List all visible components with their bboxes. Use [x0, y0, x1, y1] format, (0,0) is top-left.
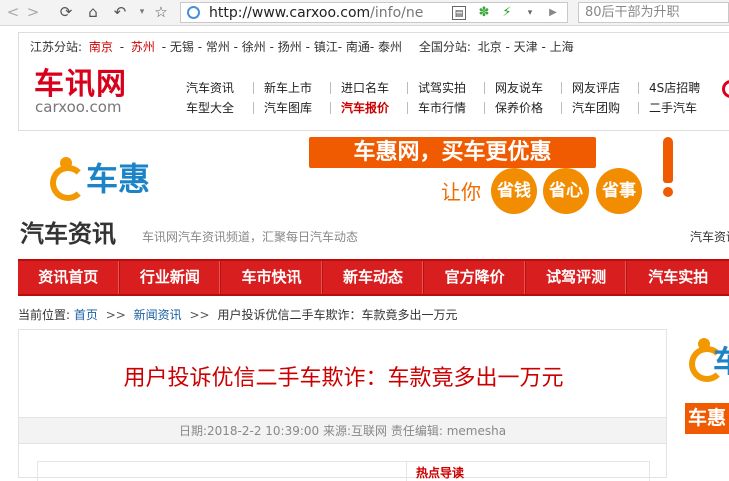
back-icon[interactable]: <	[4, 3, 22, 21]
branch-label: 江苏分站:	[30, 40, 83, 54]
breadcrumb-section[interactable]: 新闻资讯	[134, 308, 182, 322]
nav-link[interactable]: 二手汽车	[638, 102, 715, 114]
menu-item[interactable]: 官方降价	[424, 261, 526, 294]
article-container: 用户投诉优信二手车欺诈：车款竟多出一万元 日期:2018-2-2 10:39:0…	[18, 329, 667, 481]
nav-link[interactable]: 4S店招聘	[638, 82, 715, 94]
go-icon[interactable]: ▶	[546, 6, 560, 20]
promo-circle: 省心	[543, 168, 589, 214]
nav-link[interactable]: 进口名车	[330, 82, 407, 94]
nav-link[interactable]: 车型大全	[176, 102, 253, 114]
promo-lead: 让你	[441, 180, 481, 204]
exclamation-icon	[661, 137, 675, 197]
chehui-dot-icon	[60, 157, 72, 169]
breadcrumb-current: 用户投诉优信二手车欺诈：车款竟多出一万元	[217, 308, 458, 322]
promo-circle: 省钱	[491, 168, 537, 214]
promo-circle: 省事	[596, 168, 642, 214]
nav-link[interactable]: 汽车团购	[561, 102, 638, 114]
nav-link-active[interactable]: 汽车报价	[330, 102, 407, 114]
search-input[interactable]: 80后干部为升职	[578, 2, 729, 23]
side-logo-text[interactable]: 车	[713, 347, 729, 379]
national-links[interactable]: 北京 - 天津 - 上海	[478, 40, 574, 54]
breadcrumb-sep: >>	[105, 308, 126, 322]
site-logo[interactable]: 车讯网 carxoo.com	[34, 67, 127, 116]
channel-menu: 资讯首页 行业新闻 车市快讯 新车动态 官方降价 试驾评测 汽车实拍	[18, 259, 729, 296]
nav-link[interactable]: 网友评店	[561, 82, 638, 94]
side-dot-icon	[698, 338, 710, 350]
menu-item[interactable]: 新车动态	[323, 261, 425, 294]
chehui-c-icon	[50, 165, 86, 201]
nav-link[interactable]: 汽车图库	[253, 102, 330, 114]
side-promo[interactable]: 车惠	[685, 403, 729, 434]
home-icon[interactable]: ⌂	[84, 3, 102, 21]
national-label: 全国分站:	[418, 40, 471, 54]
nav-row: 车型大全 汽车图库 汽车报价 车市行情 保养价格 汽车团购 二手汽车	[176, 98, 715, 118]
reader-icon[interactable]: ▤	[452, 6, 466, 20]
branch-link-suzhou[interactable]: 苏州	[131, 40, 155, 54]
menu-item[interactable]: 试驾评测	[526, 261, 628, 294]
star-icon[interactable]: ☆	[152, 3, 170, 21]
nav-link[interactable]: 车市行情	[407, 102, 484, 114]
forward-icon[interactable]: >	[24, 3, 42, 21]
article-meta: 日期:2018-2-2 10:39:00 来源:互联网 责任编辑: memesh…	[19, 417, 666, 444]
site-icon	[187, 6, 200, 19]
chevron-down-icon[interactable]: ▾	[133, 3, 151, 21]
menu-item[interactable]: 资讯首页	[18, 261, 120, 294]
nav-row: 汽车资讯 新车上市 进口名车 试驾实拍 网友说车 网友评店 4S店招聘	[176, 78, 715, 98]
menu-item[interactable]: 汽车实拍	[627, 261, 729, 294]
lightning-icon[interactable]: ⚡	[500, 6, 514, 20]
logo-en: carxoo.com	[35, 98, 122, 116]
nav-link[interactable]: 试驾实拍	[407, 82, 484, 94]
chevron-down-icon[interactable]: ▾	[523, 6, 537, 20]
browser-toolbar: < > ⟳ ⌂ ↶ ▾ ☆ http://www.carxoo.com/info…	[0, 0, 729, 26]
nav-link[interactable]: 汽车资讯	[176, 82, 253, 94]
branch-link-nanjing[interactable]: 南京	[89, 40, 113, 54]
menu-item[interactable]: 车市快讯	[221, 261, 323, 294]
menu-item[interactable]: 行业新闻	[120, 261, 222, 294]
breadcrumb-home[interactable]: 首页	[74, 308, 98, 322]
branch-link-others[interactable]: - 无锡 - 常州 - 徐州 - 扬州 - 镇江- 南通- 泰州	[162, 40, 402, 54]
breadcrumb-label: 当前位置:	[18, 308, 71, 322]
top-nav-grid: 汽车资讯 新车上市 进口名车 试驾实拍 网友说车 网友评店 4S店招聘 车型大全…	[176, 78, 715, 118]
reload-icon[interactable]: ⟳	[57, 3, 75, 21]
breadcrumb-sep: >>	[189, 308, 210, 322]
nav-link[interactable]: 新车上市	[253, 82, 330, 94]
logo-cn: 车讯网	[34, 67, 127, 102]
nav-link[interactable]: 保养价格	[484, 102, 561, 114]
url-text[interactable]: http://www.carxoo.com/info/ne	[209, 4, 441, 22]
hot-reading-label: 热点导读	[416, 466, 465, 480]
section-title: 汽车资讯	[20, 220, 116, 248]
article-title: 用户投诉优信二手车欺诈：车款竟多出一万元	[123, 366, 564, 391]
section-right-link[interactable]: 汽车资讯	[690, 228, 729, 245]
article-body-panel	[37, 461, 407, 481]
branch-links: 江苏分站: 南京 - 苏州 - 无锡 - 常州 - 徐州 - 扬州 - 镇江- …	[30, 38, 577, 55]
promo-banner[interactable]: 车惠网，买车更优惠	[309, 137, 596, 168]
undo-icon[interactable]: ↶	[111, 3, 129, 21]
nav-link[interactable]: 网友说车	[484, 82, 561, 94]
breadcrumb: 当前位置: 首页 >> 新闻资讯 >> 用户投诉优信二手车欺诈：车款竟多出一万元	[18, 306, 457, 323]
section-subtitle: 车讯网汽车资讯频道，汇聚每日汽车动态	[142, 230, 359, 244]
chehui-logo-text: 车惠	[86, 160, 151, 198]
extension-icon[interactable]: ✽	[477, 6, 491, 20]
address-bar[interactable]: http://www.carxoo.com/info/ne ▤ ✽ ⚡ ▾ ▶	[180, 2, 568, 23]
branch-sep: -	[119, 40, 125, 54]
